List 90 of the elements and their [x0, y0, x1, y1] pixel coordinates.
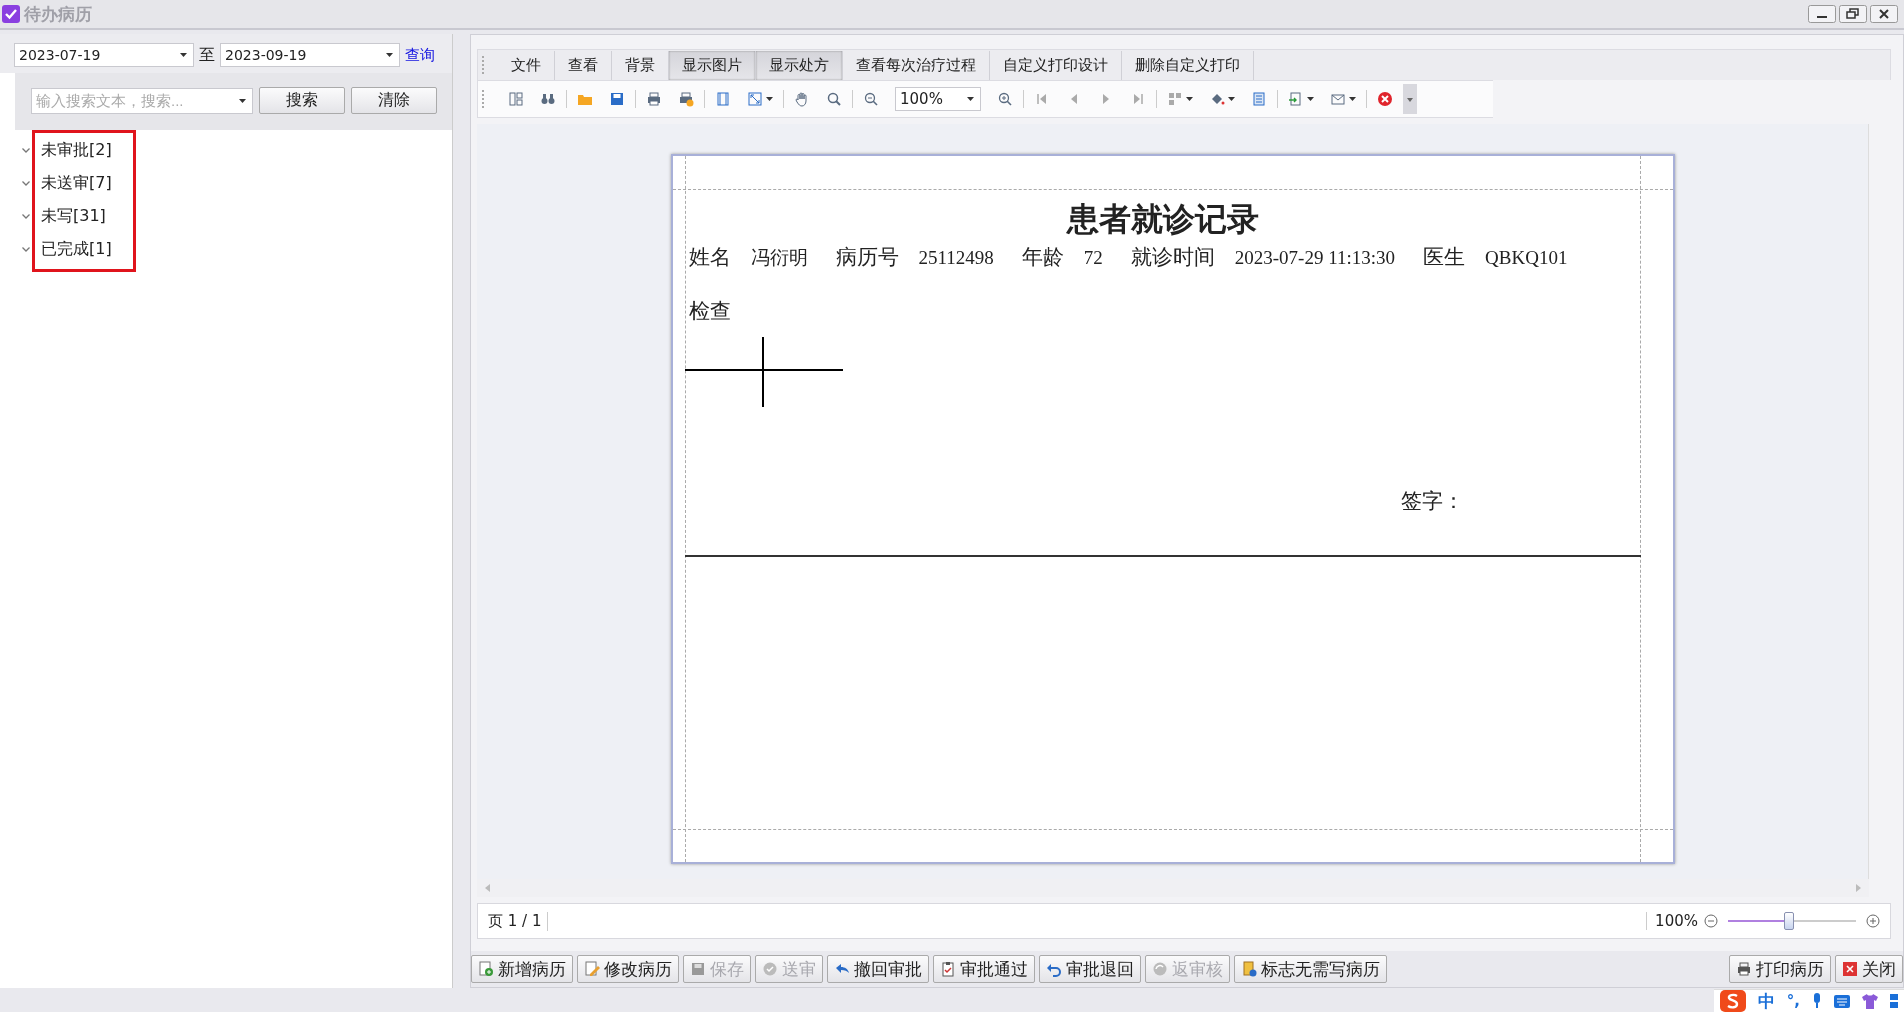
query-link[interactable]: 查询 — [405, 45, 435, 65]
printer-icon — [1736, 961, 1752, 977]
chevron-icon[interactable] — [22, 181, 30, 186]
field-label: 年龄 — [1021, 244, 1064, 271]
chevron-icon[interactable] — [22, 148, 30, 153]
page-setup-icon[interactable] — [715, 91, 731, 107]
checkbox-icon — [2, 5, 20, 23]
menu-item[interactable]: 查看每次治疗过程 — [843, 50, 990, 80]
dropdown-caret-icon[interactable] — [386, 53, 393, 57]
field-value: 冯衍明 — [750, 246, 808, 270]
menu-item[interactable]: 文件 — [498, 50, 555, 80]
zoom-in-icon[interactable] — [997, 91, 1013, 107]
action-button[interactable]: 新增病历 — [471, 955, 573, 983]
zoom-field[interactable]: 100% — [895, 87, 981, 111]
field-label: 姓名 — [688, 244, 731, 271]
menu-item[interactable]: 自定义打印设计 — [990, 50, 1122, 80]
clipboard-check-icon — [940, 961, 956, 977]
menu-item[interactable]: 显示图片 — [669, 50, 756, 80]
tree-item[interactable]: 已完成[1] — [41, 239, 112, 260]
save-icon[interactable] — [609, 91, 625, 107]
magnifier-icon[interactable] — [826, 91, 842, 107]
tree-item[interactable]: 未送审[7] — [41, 173, 112, 194]
dropdown-caret-icon[interactable] — [967, 97, 974, 101]
search-field[interactable]: 输入搜索文本，搜索... — [31, 87, 253, 114]
field-value: 72 — [1083, 247, 1103, 269]
input-mode[interactable]: 中 — [1757, 989, 1775, 1012]
restore-icon[interactable] — [1839, 5, 1867, 23]
s-logo-icon[interactable] — [1719, 990, 1746, 1012]
action-button[interactable]: 撤回审批 — [827, 955, 929, 983]
search-button[interactable]: 搜索 — [259, 87, 345, 114]
dropdown-caret-icon[interactable] — [1307, 97, 1314, 101]
tree-item[interactable]: 未写[31] — [41, 206, 106, 227]
document-badge-icon — [1241, 961, 1257, 977]
dropdown-caret-icon[interactable] — [239, 98, 246, 103]
action-button[interactable]: 关闭 — [1835, 955, 1903, 983]
field-label: 就诊时间 — [1130, 244, 1215, 271]
chevron-icon[interactable] — [22, 214, 30, 219]
microphone-icon[interactable] — [1812, 993, 1822, 1009]
report-title: 患者就诊记录 — [1065, 200, 1260, 238]
menu-item[interactable]: 显示处方 — [756, 50, 843, 80]
dropdown-caret-icon[interactable] — [1186, 97, 1193, 101]
punctuation-mode[interactable]: °, — [1786, 992, 1800, 1010]
keyboard-icon[interactable] — [1834, 994, 1850, 1008]
menu-item[interactable]: 删除自定义打印 — [1122, 50, 1254, 80]
layout-icon[interactable] — [508, 91, 524, 107]
menu-item[interactable]: 查看 — [555, 50, 612, 80]
printer-icon[interactable] — [646, 91, 662, 107]
action-button[interactable]: 修改病历 — [577, 955, 679, 983]
add-file-icon — [478, 961, 494, 977]
chevron-icon[interactable] — [22, 247, 30, 252]
grid-icon[interactable] — [1890, 993, 1898, 1009]
action-button[interactable]: 审批通过 — [933, 955, 1035, 983]
save-icon — [690, 961, 706, 977]
overflow-icon[interactable] — [1403, 84, 1417, 114]
zoom-level: 100% — [1646, 912, 1698, 930]
hand-icon[interactable] — [794, 91, 810, 107]
field-label: 病历号 — [835, 244, 899, 271]
date-field[interactable]: 2023-07-19 — [14, 43, 194, 67]
action-button[interactable]: 打印病历 — [1729, 955, 1831, 983]
zoom-out-icon[interactable] — [863, 91, 879, 107]
dropdown-caret-icon[interactable] — [1228, 97, 1235, 101]
pencil-icon — [584, 961, 600, 977]
zoom-out-icon[interactable] — [1704, 914, 1718, 928]
close-icon[interactable] — [1870, 5, 1898, 23]
window-title: 待办病历 — [24, 2, 92, 26]
dropdown-caret-icon[interactable] — [180, 53, 187, 57]
section-label: 检查 — [687, 298, 732, 325]
shirt-icon[interactable] — [1862, 993, 1878, 1009]
field-value: 2023-07-29 11:13:30 — [1234, 247, 1396, 269]
field-value: QBKQ101 — [1485, 247, 1568, 269]
field-label: 医生 — [1423, 244, 1466, 271]
slider-thumb[interactable] — [1784, 912, 1795, 930]
tree-item[interactable]: 未审批[2] — [41, 140, 112, 161]
zoom-in-icon[interactable] — [1866, 914, 1880, 928]
dropdown-caret-icon[interactable] — [1349, 97, 1356, 101]
action-button[interactable]: 审批退回 — [1039, 955, 1141, 983]
action-button[interactable]: 标志无需写病历 — [1234, 955, 1387, 983]
minimize-icon[interactable] — [1808, 5, 1836, 23]
date-field[interactable]: 2023-09-19 — [220, 43, 400, 67]
page-indicator: 页 1 / 1 — [488, 911, 549, 931]
printer-icon[interactable] — [678, 91, 694, 107]
field-value: 25112498 — [918, 247, 994, 269]
signature-label: 签字： — [1400, 488, 1465, 515]
binoculars-icon[interactable] — [540, 91, 556, 107]
dropdown-caret-icon[interactable] — [766, 97, 773, 101]
scale-icon[interactable] — [747, 91, 763, 107]
close-icon — [1842, 961, 1858, 977]
check-circle-icon — [762, 961, 778, 977]
clear-button[interactable]: 清除 — [351, 87, 437, 114]
range-separator: 至 — [199, 44, 215, 66]
